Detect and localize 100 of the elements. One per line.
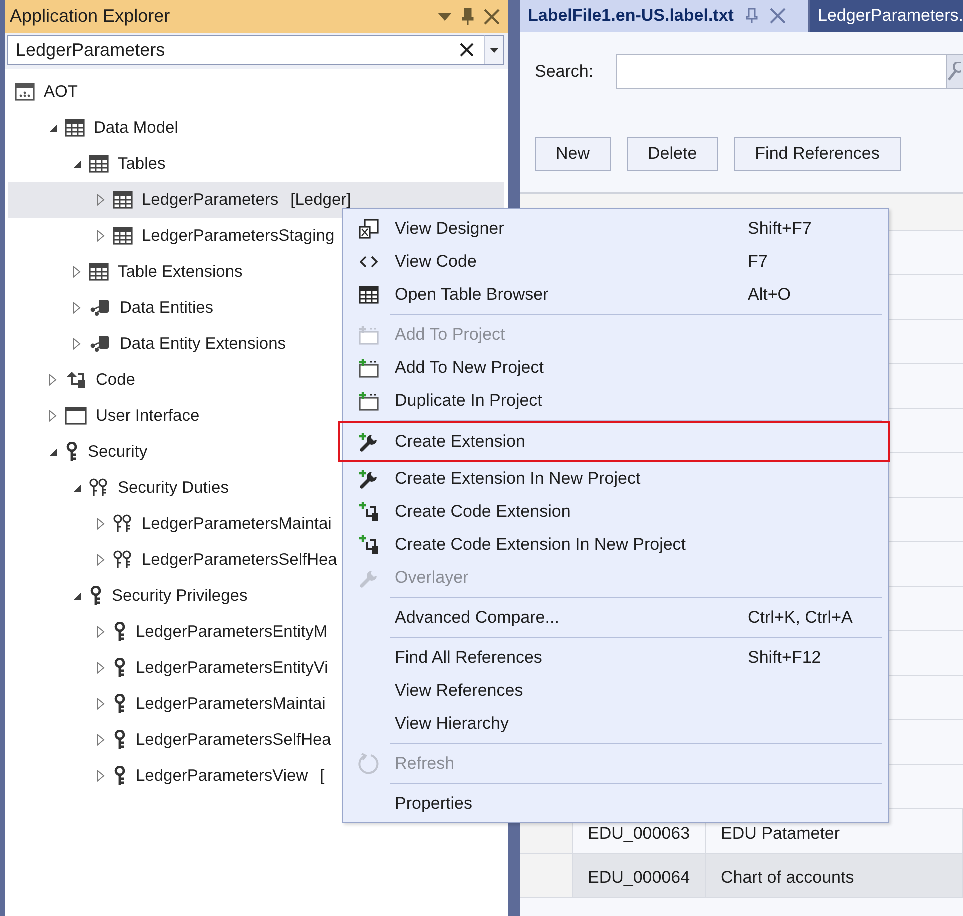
database-icon (89, 299, 111, 317)
add-project-icon (358, 358, 380, 378)
key-icon (113, 622, 127, 642)
menu-item[interactable]: Create Code Extension (343, 495, 888, 528)
menu-item[interactable]: Create Extension In New Project (343, 462, 888, 495)
tree-item[interactable]: Data Model (8, 110, 504, 146)
menu-item[interactable]: Advanced Compare... Ctrl+K, Ctrl+A (343, 601, 888, 634)
toolbar-button[interactable]: Delete (627, 137, 718, 171)
model-tag: [ (320, 766, 325, 786)
tree-item[interactable]: LedgerParameters [Ledger] (8, 182, 504, 218)
tree-item-label: LedgerParametersMaintai (142, 514, 332, 534)
key-icon (113, 658, 127, 678)
shortcut-text: Shift+F12 (748, 648, 822, 668)
menu-item[interactable]: Duplicate In Project (343, 384, 888, 417)
tree-item-label: LedgerParametersSelfHea (136, 730, 332, 750)
menu-item-label: Create Code Extension (395, 502, 572, 522)
menu-item[interactable]: Find All References Shift+F12 (343, 641, 888, 674)
dropdown-button[interactable] (484, 35, 504, 65)
collapsed-arrow-icon[interactable] (97, 698, 105, 710)
collapsed-arrow-icon[interactable] (49, 410, 57, 422)
tree-item-label: LedgerParametersEntityVi (136, 658, 328, 678)
shortcut-text: Shift+F7 (748, 218, 813, 238)
collapsed-arrow-icon[interactable] (97, 626, 105, 638)
keys-icon (113, 550, 133, 570)
menu-item[interactable]: Create Extension (338, 421, 890, 462)
collapsed-arrow-icon[interactable] (73, 338, 81, 350)
branch-icon (358, 500, 380, 522)
key-icon (113, 730, 127, 750)
tree-item-label: LedgerParametersSelfHea (142, 550, 338, 570)
menu-item[interactable]: Create Code Extension In New Project (343, 528, 888, 561)
pin-icon[interactable] (746, 8, 758, 24)
menu-item[interactable]: View Hierarchy (343, 707, 888, 740)
table-icon (89, 155, 109, 173)
key-icon (89, 586, 103, 606)
search-field[interactable] (616, 54, 947, 89)
search-label: Search: (535, 62, 594, 82)
table-row[interactable]: EDU_000064 Chart of accounts (520, 854, 963, 898)
model-tag: [Ledger] (290, 190, 352, 210)
search-icon[interactable] (947, 62, 961, 82)
tree-item-label: LedgerParametersMaintai (136, 694, 326, 714)
menu-item-label: Advanced Compare... (395, 608, 560, 628)
menu-item[interactable]: Open Table Browser Alt+O (343, 278, 888, 311)
collapsed-arrow-icon[interactable] (97, 554, 105, 566)
document-tab[interactable]: LabelFile1.en-US.label.txt (520, 0, 808, 32)
collapsed-arrow-icon[interactable] (97, 518, 105, 530)
shortcut-text: Alt+O (748, 284, 792, 304)
tree-item-label: Code (96, 370, 136, 390)
clear-icon[interactable] (460, 43, 474, 57)
close-icon[interactable] (484, 8, 500, 24)
collapsed-arrow-icon[interactable] (97, 734, 105, 746)
branch-icon (358, 534, 380, 556)
search-field[interactable]: LedgerParameters (7, 35, 484, 65)
menu-item-label: Refresh (395, 754, 456, 774)
tree-item[interactable]: AOT (8, 74, 504, 110)
expanded-arrow-icon[interactable] (72, 592, 82, 600)
key-icon (113, 694, 127, 714)
document-tab[interactable]: LedgerParameters. (810, 0, 963, 32)
table-icon (359, 286, 379, 304)
tree-item[interactable]: Tables (8, 146, 504, 182)
tree-item-label: LedgerParametersEntityM (136, 622, 328, 642)
dropdown-icon[interactable] (438, 12, 452, 20)
pin-icon[interactable] (462, 8, 474, 26)
expanded-arrow-icon[interactable] (72, 484, 82, 492)
shortcut-text: F7 (748, 252, 769, 272)
tree-item-label: Data Entities (120, 298, 214, 318)
menu-item-label: View Designer (395, 218, 506, 238)
menu-item-label: Create Code Extension In New Project (395, 534, 688, 554)
collapsed-arrow-icon[interactable] (73, 302, 81, 314)
collapsed-arrow-icon[interactable] (49, 374, 57, 386)
tree-item-label: Data Model (94, 118, 178, 138)
collapsed-arrow-icon[interactable] (97, 770, 105, 782)
tree-item-label: AOT (44, 82, 78, 102)
toolbar-button[interactable]: New (535, 137, 612, 171)
close-icon[interactable] (770, 8, 786, 24)
menu-item-label: Duplicate In Project (395, 390, 544, 410)
menu-item-label: Add To New Project (395, 358, 545, 378)
window-icon (65, 407, 87, 425)
wrench-icon (358, 432, 380, 452)
menu-item[interactable]: View References (343, 674, 888, 707)
expanded-arrow-icon[interactable] (72, 160, 82, 168)
menu-item-label: Open Table Browser (395, 284, 550, 304)
tree-item-label: Table Extensions (118, 262, 243, 282)
collapsed-arrow-icon[interactable] (97, 194, 105, 206)
collapsed-arrow-icon[interactable] (97, 662, 105, 674)
tree-item-label: Data Entity Extensions (120, 334, 286, 354)
table-icon (113, 227, 133, 245)
menu-item[interactable]: Add To New Project (343, 351, 888, 384)
code-icon (360, 256, 378, 268)
collapsed-arrow-icon[interactable] (97, 230, 105, 242)
shortcut-text: Ctrl+K, Ctrl+A (748, 608, 854, 628)
collapsed-arrow-icon[interactable] (73, 266, 81, 278)
expanded-arrow-icon[interactable] (48, 124, 58, 132)
key-icon (65, 442, 79, 462)
designer-icon (359, 218, 379, 238)
menu-item[interactable]: View Code F7 (343, 245, 888, 278)
expanded-arrow-icon[interactable] (48, 448, 58, 456)
label-text-cell: Chart of accounts (706, 854, 963, 897)
toolbar-button[interactable]: Find References (734, 137, 901, 171)
menu-item-label: Create Extension In New Project (395, 468, 642, 488)
table-icon (89, 263, 109, 281)
